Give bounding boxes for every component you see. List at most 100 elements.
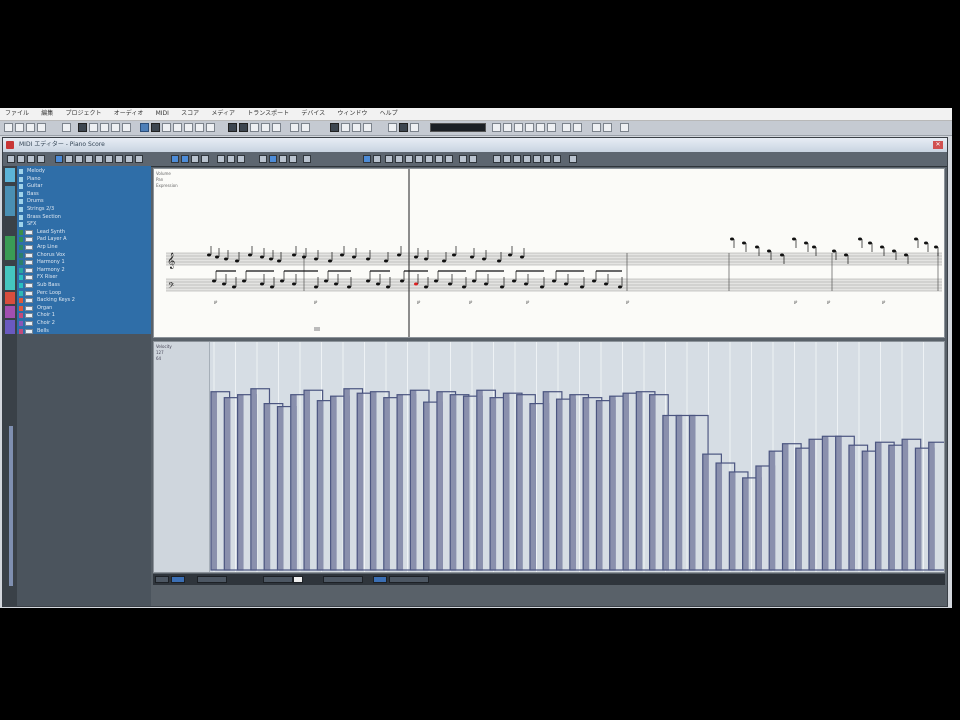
stop-icon[interactable] (341, 123, 350, 132)
editor-tool-button[interactable] (543, 155, 551, 163)
menu-item-score[interactable]: スコア (176, 108, 204, 120)
toolbar-button[interactable] (195, 123, 204, 132)
editor-tool-button[interactable] (125, 155, 133, 163)
toolbar-button[interactable] (26, 123, 35, 132)
status-field[interactable] (197, 576, 227, 583)
toolbar-button[interactable] (620, 123, 629, 132)
loop-icon[interactable] (363, 123, 372, 132)
velocity-bar[interactable] (782, 443, 789, 570)
editor-tool-button[interactable] (493, 155, 501, 163)
velocity-bar[interactable] (516, 394, 523, 570)
editor-tool-button[interactable] (459, 155, 467, 163)
snap-icon[interactable] (410, 123, 419, 132)
toolbar-button[interactable] (173, 123, 182, 132)
toolbar-button[interactable] (592, 123, 601, 132)
toolbar-button[interactable] (603, 123, 612, 132)
velocity-bar[interactable] (556, 399, 563, 570)
velocity-bar[interactable] (463, 396, 470, 570)
editor-tool-button[interactable] (415, 155, 423, 163)
score-view[interactable]: Volume Pan Expression 𝄞 𝄢 ℘ ℘ ℘ ℘ ℘ ℘ ℘ ℘ ℘ (153, 168, 945, 338)
mute-icon[interactable] (122, 123, 131, 132)
toolbar-button[interactable] (272, 123, 281, 132)
editor-tool-button[interactable] (469, 155, 477, 163)
editor-tool-button[interactable] (523, 155, 531, 163)
velocity-bar[interactable] (835, 436, 842, 570)
status-field[interactable] (293, 576, 303, 583)
editor-tool-button[interactable] (405, 155, 413, 163)
toolbar-button[interactable] (492, 123, 501, 132)
split-icon[interactable] (151, 123, 160, 132)
toolbar-button[interactable] (162, 123, 171, 132)
velocity-bar[interactable] (330, 396, 337, 570)
menu-item-help[interactable]: ヘルプ (375, 108, 403, 120)
editor-tool-button[interactable] (385, 155, 393, 163)
editor-tool-button[interactable] (191, 155, 199, 163)
track-toggle[interactable] (25, 321, 33, 326)
velocity-bar[interactable] (277, 406, 284, 570)
toolbar-button[interactable] (15, 123, 24, 132)
velocity-bar[interactable] (569, 394, 576, 570)
editor-tool-button[interactable] (513, 155, 521, 163)
track-toggle[interactable] (25, 267, 33, 273)
velocity-bar[interactable] (370, 391, 377, 570)
editor-tool-button[interactable] (303, 155, 311, 163)
editor-tool-button[interactable] (289, 155, 297, 163)
velocity-bar[interactable] (848, 445, 855, 570)
velocity-bar[interactable] (450, 394, 457, 570)
velocity-bar[interactable] (343, 388, 350, 570)
toolbar-button[interactable] (562, 123, 571, 132)
velocity-bar[interactable] (729, 471, 736, 570)
toolbar-button[interactable] (206, 123, 215, 132)
editor-tool-button[interactable] (503, 155, 511, 163)
track-toggle[interactable] (25, 252, 33, 258)
velocity-bar[interactable] (290, 394, 297, 570)
velocity-bar[interactable] (224, 397, 231, 570)
editor-tool-button[interactable] (279, 155, 287, 163)
eraser-icon[interactable] (100, 123, 109, 132)
velocity-bar[interactable] (769, 451, 776, 570)
velocity-bar[interactable] (809, 439, 816, 570)
track-toggle[interactable] (25, 229, 33, 235)
velocity-graph[interactable] (154, 342, 944, 572)
editor-tool-button[interactable] (37, 155, 45, 163)
velocity-bar[interactable] (264, 403, 271, 570)
menu-item-audio[interactable]: オーディオ (109, 108, 149, 120)
editor-tool-button[interactable] (105, 155, 113, 163)
toolbar-button[interactable] (228, 123, 237, 132)
status-button[interactable] (373, 576, 387, 583)
toolbar-button[interactable] (573, 123, 582, 132)
menu-item-devices[interactable]: デバイス (296, 108, 330, 120)
velocity-bar[interactable] (875, 442, 882, 570)
metronome-icon[interactable] (388, 123, 397, 132)
toolbar-button[interactable] (250, 123, 259, 132)
editor-tool-button[interactable] (75, 155, 83, 163)
velocity-bar[interactable] (357, 393, 364, 570)
position-display[interactable] (430, 123, 486, 132)
track-row[interactable]: Brass Section (17, 214, 151, 221)
editor-tool-button[interactable] (553, 155, 561, 163)
editor-tool-button[interactable] (533, 155, 541, 163)
menu-item-file[interactable]: ファイル (0, 108, 34, 120)
velocity-bar[interactable] (410, 390, 417, 570)
score-notation[interactable]: 𝄞 𝄢 ℘ ℘ ℘ ℘ ℘ ℘ ℘ ℘ ℘ (154, 169, 944, 337)
velocity-bar[interactable] (596, 400, 603, 570)
velocity-bar[interactable] (490, 397, 497, 570)
editor-tool-button[interactable] (373, 155, 381, 163)
velocity-bar[interactable] (742, 477, 749, 570)
track-toggle[interactable] (25, 260, 33, 266)
menu-item-project[interactable]: プロジェクト (61, 108, 107, 120)
velocity-bar[interactable] (423, 402, 430, 570)
track-toggle[interactable] (25, 313, 33, 319)
velocity-bar[interactable] (822, 436, 829, 570)
editor-tool-button[interactable] (217, 155, 225, 163)
track-toggle[interactable] (25, 283, 33, 288)
velocity-bar[interactable] (689, 415, 696, 570)
velocity-bar[interactable] (636, 391, 643, 570)
toolbar-button[interactable] (239, 123, 248, 132)
velocity-bar[interactable] (915, 448, 922, 570)
editor-tool-button[interactable] (95, 155, 103, 163)
velocity-bar[interactable] (862, 451, 869, 570)
velocity-bar[interactable] (211, 391, 217, 570)
velocity-bar[interactable] (476, 390, 483, 570)
pencil-icon[interactable] (89, 123, 98, 132)
